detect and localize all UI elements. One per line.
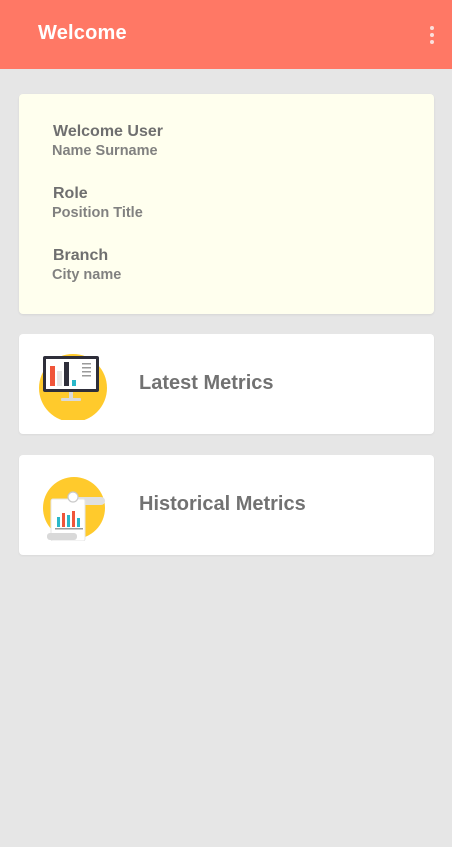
welcome-user-label: Welcome User [53, 123, 163, 140]
role-value: Position Title [52, 205, 143, 221]
role-label: Role [53, 185, 88, 202]
branch-label: Branch [53, 247, 109, 264]
more-vert-icon[interactable] [424, 22, 440, 48]
user-name-value: Name Surname [52, 143, 158, 159]
app-bar: Welcome [0, 0, 452, 69]
role-block: Role Position Title [52, 184, 143, 222]
historical-metrics-card[interactable]: Historical Metrics [19, 455, 434, 555]
branch-value: City name [52, 267, 122, 283]
latest-metrics-label: Latest Metrics [139, 372, 274, 394]
monitor-chart-icon [39, 354, 107, 420]
user-name-block: Welcome User Name Surname [52, 122, 163, 160]
latest-metrics-card[interactable]: Latest Metrics [19, 334, 434, 434]
branch-block: Branch City name [52, 246, 121, 284]
historical-metrics-label: Historical Metrics [139, 493, 306, 515]
report-chart-icon [43, 477, 105, 541]
user-info-card: Welcome User Name Surname Role Position … [19, 94, 434, 314]
app-bar-title: Welcome [38, 22, 127, 44]
